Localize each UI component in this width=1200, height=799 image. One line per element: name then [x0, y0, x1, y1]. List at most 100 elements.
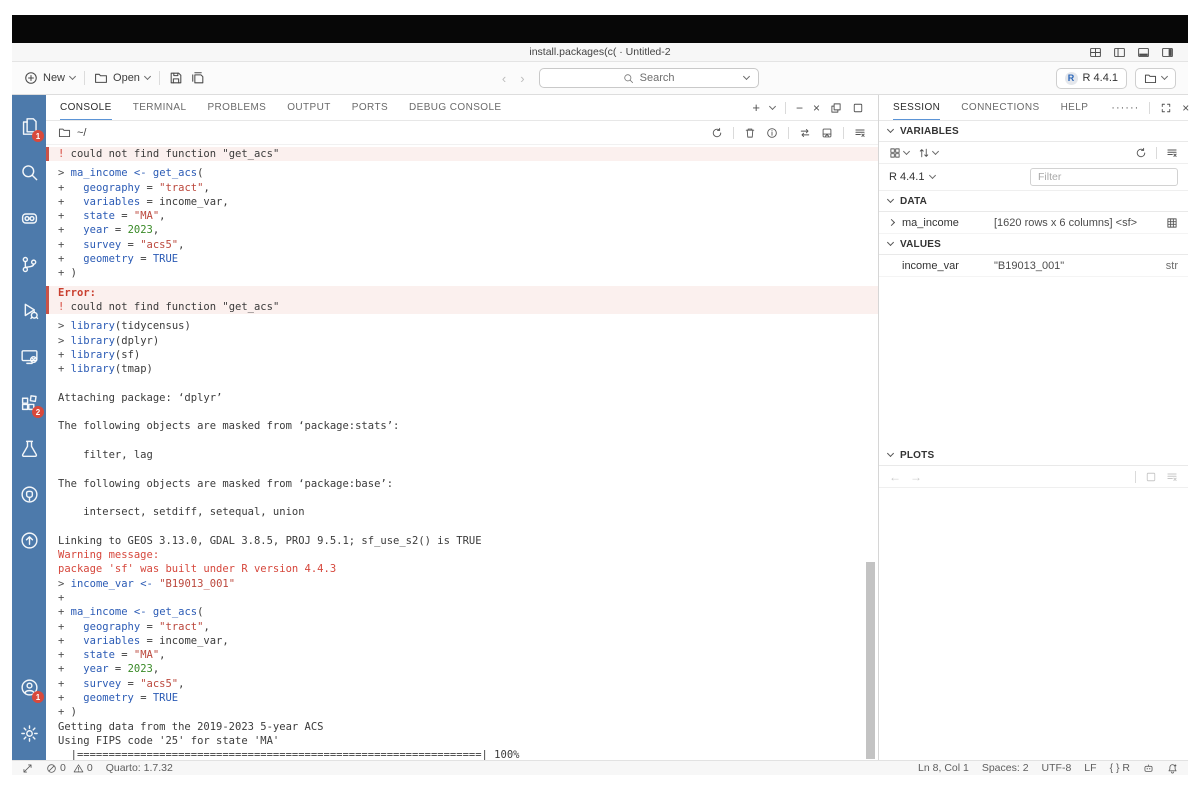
trash-icon[interactable] [744, 127, 756, 139]
values-section-header[interactable]: VALUES [879, 234, 1188, 255]
more-tabs-icon[interactable]: ··· [1111, 102, 1125, 114]
interpreter-button[interactable]: R R 4.4.1 [1055, 67, 1127, 89]
language-mode[interactable]: { } R [1110, 762, 1130, 774]
interrupt-icon[interactable] [766, 127, 778, 139]
warning-count-icon [73, 763, 84, 774]
working-directory[interactable]: ~/ [77, 127, 86, 139]
next-plot-icon[interactable]: → [910, 470, 922, 484]
save-button[interactable] [169, 71, 183, 85]
search-input[interactable]: Search [538, 68, 759, 88]
minimize-panel-button[interactable]: − [796, 101, 803, 115]
save-all-button[interactable] [191, 71, 205, 85]
close-sidebar-button[interactable]: × [1182, 101, 1189, 115]
sidebar-item-settings[interactable] [12, 710, 46, 756]
customize-layout-icon[interactable] [1089, 46, 1102, 59]
variables-section-header[interactable]: VARIABLES [879, 121, 1188, 142]
badge: 1 [32, 691, 44, 703]
console-output[interactable]: ! could not find function "get_acs" > ma_… [46, 145, 878, 760]
chevron-right-icon[interactable] [887, 218, 896, 227]
expand-panel-icon[interactable] [1160, 102, 1172, 114]
sort-mode-button[interactable] [918, 147, 940, 159]
chevron-down-icon[interactable] [768, 102, 777, 110]
github-icon [20, 485, 39, 504]
sidebar-item-explorer[interactable]: 1 [12, 103, 46, 149]
notifications-bell-icon[interactable] [1167, 763, 1178, 774]
eol-setting[interactable]: LF [1084, 762, 1096, 774]
toggle-panel-icon[interactable] [1137, 46, 1150, 59]
more-actions-icon[interactable]: ··· [1125, 102, 1139, 114]
sidebar-item-source-control[interactable] [12, 241, 46, 287]
new-console-button[interactable]: + [752, 100, 760, 115]
nav-forward-icon[interactable]: › [520, 71, 524, 86]
workspace-folder-button[interactable] [1135, 67, 1176, 89]
swap-console-icon[interactable] [799, 127, 811, 139]
search-icon [20, 163, 39, 182]
encoding-setting[interactable]: UTF-8 [1042, 762, 1072, 774]
sidebar-item-publish[interactable] [12, 517, 46, 563]
data-section-header[interactable]: DATA [879, 191, 1188, 212]
scrollbar-thumb[interactable] [866, 562, 875, 759]
search-icon [623, 73, 634, 84]
plus-circle-icon [24, 71, 38, 85]
open-button[interactable]: Open [94, 71, 151, 85]
console-line: Attaching package: ‘dplyr’ [58, 391, 223, 404]
sidebar-item-testing[interactable] [12, 425, 46, 471]
tab-ports[interactable]: PORTS [352, 95, 388, 120]
plots-section-header[interactable]: PLOTS [879, 445, 1188, 466]
close-panel-button[interactable]: × [813, 101, 820, 115]
console-line: The following objects are masked from ‘p… [58, 420, 400, 433]
open-data-viewer-icon[interactable] [1166, 217, 1178, 229]
indentation-setting[interactable]: Spaces: 2 [982, 762, 1029, 774]
save-plot-icon[interactable] [1145, 471, 1157, 483]
badge: 1 [32, 130, 44, 142]
tab-console[interactable]: CONSOLE [60, 95, 112, 120]
tab-session[interactable]: SESSION [893, 95, 941, 120]
session-label[interactable]: R 4.4.1 [889, 171, 924, 183]
remote-indicator[interactable] [22, 763, 33, 774]
data-title: DATA [900, 195, 928, 207]
variables-empty-space [879, 277, 1188, 445]
restore-panel-icon[interactable] [830, 102, 842, 114]
sidebar-item-assistant[interactable] [12, 195, 46, 241]
move-panel-icon[interactable] [821, 127, 833, 139]
chevron-down-icon [886, 449, 895, 458]
toggle-sidebar-icon[interactable] [1113, 46, 1126, 59]
chevron-down-icon [143, 72, 151, 81]
variable-row-ma-income[interactable]: ma_income [1620 rows x 6 columns] <sf> [879, 212, 1188, 234]
toggle-secondary-sidebar-icon[interactable] [1161, 46, 1174, 59]
divider [1149, 101, 1151, 114]
chevron-down-icon [931, 147, 940, 155]
sidebar-item-remote-explorer[interactable] [12, 333, 46, 379]
refresh-variables-icon[interactable] [1135, 147, 1147, 159]
nav-back-icon[interactable]: ‹ [502, 71, 506, 86]
clear-plots-icon[interactable] [1166, 471, 1178, 483]
problems-indicator[interactable]: 0 0 [46, 762, 93, 774]
clear-variables-icon[interactable] [1166, 147, 1178, 159]
tab-connections[interactable]: CONNECTIONS [961, 95, 1039, 120]
restart-console-icon[interactable] [711, 127, 723, 139]
quarto-version[interactable]: Quarto: 1.7.32 [106, 762, 173, 774]
sidebar-item-account[interactable]: 1 [12, 664, 46, 710]
clear-console-icon[interactable] [854, 127, 866, 139]
sidebar-item-run-debug[interactable] [12, 287, 46, 333]
variables-filter-input[interactable] [1030, 168, 1178, 186]
tab-terminal[interactable]: TERMINAL [133, 95, 187, 120]
tab-problems[interactable]: PROBLEMS [207, 95, 266, 120]
cursor-position[interactable]: Ln 8, Col 1 [918, 762, 969, 774]
tab-help[interactable]: HELP [1061, 95, 1089, 120]
r-logo-icon: R [1064, 71, 1078, 85]
console-line: + variables = income_var, [58, 634, 229, 647]
tab-debug-console[interactable]: DEBUG CONSOLE [409, 95, 501, 120]
previous-plot-icon[interactable]: ← [889, 470, 901, 484]
maximize-panel-icon[interactable] [852, 102, 864, 114]
new-button[interactable]: New [24, 71, 77, 85]
assistant-status-icon[interactable] [1143, 763, 1154, 774]
tab-output[interactable]: OUTPUT [287, 95, 331, 120]
sidebar-item-github[interactable] [12, 471, 46, 517]
sidebar-item-extensions[interactable]: 2 [12, 379, 46, 425]
plots-title: PLOTS [900, 449, 935, 461]
sidebar-item-search[interactable] [12, 149, 46, 195]
variable-row-income-var[interactable]: income_var "B19013_001" str [879, 255, 1188, 277]
group-mode-button[interactable] [889, 147, 911, 159]
